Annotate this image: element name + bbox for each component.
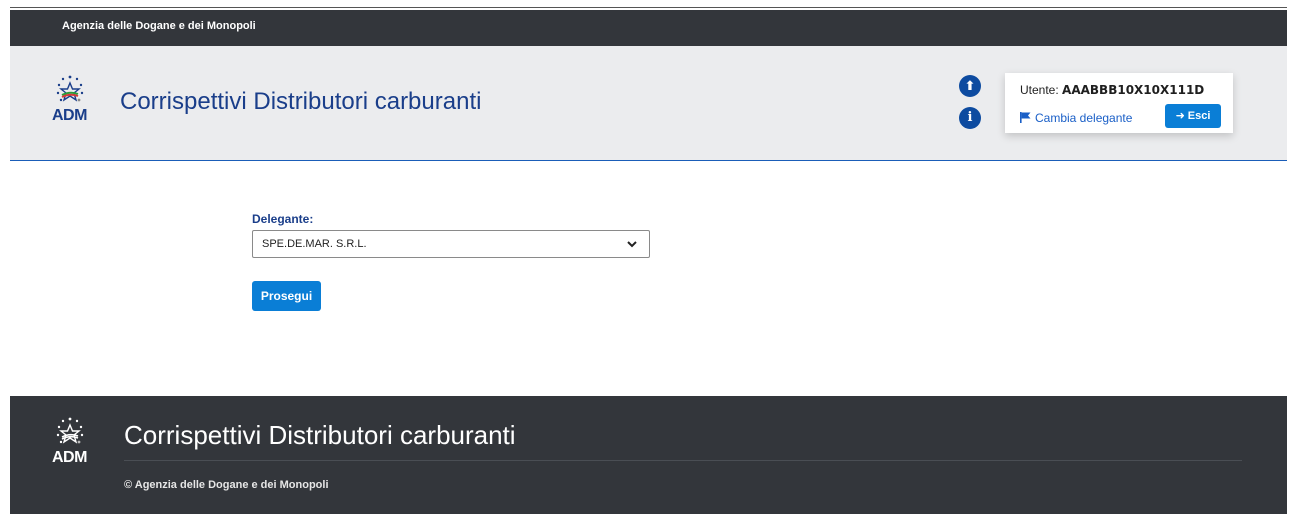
- delegate-select[interactable]: SPE.DE.MAR. S.R.L.: [252, 230, 650, 258]
- footer-divider: [124, 460, 1242, 461]
- info-circle-icon[interactable]: i: [959, 107, 981, 129]
- adm-star-emblem-icon: [56, 417, 84, 444]
- user-label: Utente:: [1020, 83, 1059, 97]
- exit-button[interactable]: ➜ Esci: [1165, 104, 1221, 128]
- user-info: Utente: AAABBB10X10X111D: [1020, 83, 1204, 97]
- top-edge-line: [10, 7, 1287, 8]
- footer-adm-logo: ADM: [50, 416, 90, 474]
- change-delegate-link[interactable]: Cambia delegante: [1020, 111, 1132, 125]
- user-card: Utente: AAABBB10X10X111D Cambia delegant…: [1005, 73, 1233, 133]
- adm-logo[interactable]: ADM: [50, 74, 90, 132]
- upload-circle-icon[interactable]: ⬆: [959, 75, 981, 97]
- app-header: ADM Corrispettivi Distributori carburant…: [10, 46, 1287, 161]
- footer-title: Corrispettivi Distributori carburanti: [124, 420, 516, 450]
- delegate-selected-value: SPE.DE.MAR. S.R.L.: [262, 238, 367, 250]
- footer-logo-text: ADM: [52, 449, 87, 466]
- app-title: Corrispettivi Distributori carburanti: [120, 88, 482, 115]
- top-edge: [0, 0, 1295, 10]
- sign-in-icon: ➜: [1175, 110, 1185, 122]
- copyright-text: © Agenzia delle Dogane e dei Monopoli: [124, 479, 329, 491]
- footer: ADM Corrispettivi Distributori carburant…: [10, 396, 1287, 514]
- agency-name[interactable]: Agenzia delle Dogane e dei Monopoli: [62, 20, 256, 32]
- change-delegate-label: Cambia delegante: [1035, 111, 1133, 125]
- adm-star-emblem-icon: [56, 75, 84, 102]
- delegate-label: Delegante:: [252, 212, 314, 226]
- page: Agenzia delle Dogane e dei Monopoli ADM …: [0, 0, 1295, 514]
- user-id: AAABBB10X10X111D: [1062, 83, 1205, 97]
- chevron-down-icon: [627, 241, 637, 248]
- exit-label: Esci: [1187, 110, 1211, 122]
- agency-topbar: Agenzia delle Dogane e dei Monopoli: [10, 10, 1287, 46]
- logo-text: ADM: [52, 107, 87, 124]
- proceed-button[interactable]: Prosegui: [252, 281, 321, 311]
- flag-icon: [1020, 112, 1031, 123]
